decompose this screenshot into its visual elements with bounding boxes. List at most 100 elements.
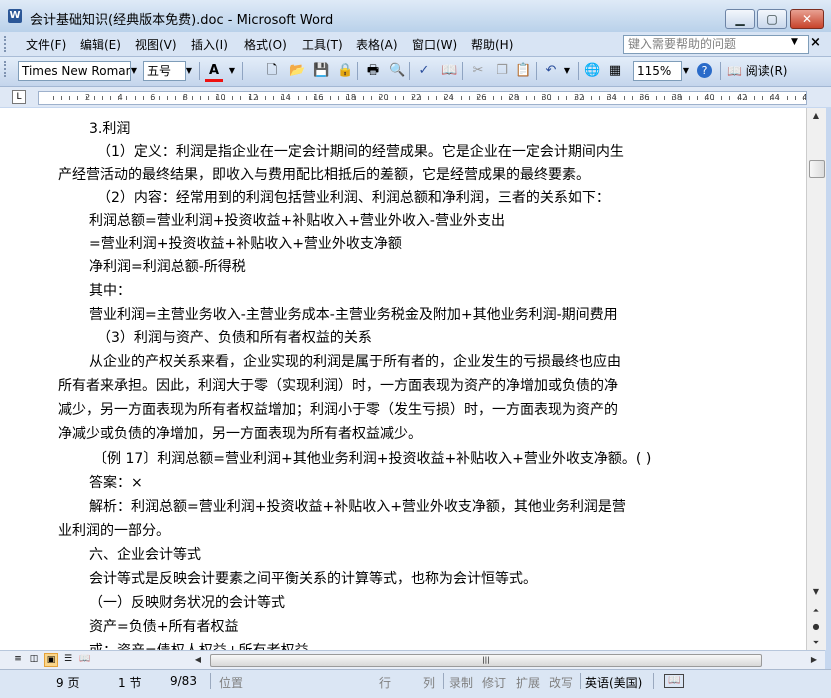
menu-view[interactable]: 视图(V) <box>135 36 177 53</box>
status-overtype[interactable]: 改写 <box>549 674 573 691</box>
ruler-tick <box>53 96 54 100</box>
copy-icon[interactable]: ❐ <box>494 63 510 79</box>
word-app-icon[interactable]: W <box>8 9 22 23</box>
ruler-tick <box>411 96 413 100</box>
close-button[interactable]: ✕ <box>790 9 824 29</box>
paste-icon[interactable]: 📋 <box>515 63 531 79</box>
font-color-dropdown-icon[interactable]: ▼ <box>226 61 238 81</box>
document-text-line[interactable]: 净减少或负债的净增加，另一方面表现为所有者权益减少。 <box>58 423 422 443</box>
ruler-tick <box>199 96 201 100</box>
document-text-line[interactable]: 其中： <box>89 280 131 300</box>
document-text-line[interactable]: （1）定义：利润是指企业在一定会计期间的经营成果。它是企业在一定会计期间内生 <box>97 141 624 161</box>
document-text-line[interactable]: 所有者来承担。因此，利润大于零（实现利润）时，一方面表现为资产的净增加或负债的净 <box>58 375 618 395</box>
spelling-status-icon[interactable]: 📖 <box>664 674 685 688</box>
menu-file[interactable]: 文件(F) <box>26 36 66 53</box>
print-icon[interactable]: 🖶 <box>365 63 381 79</box>
scroll-down-arrow-icon[interactable]: ▼ <box>810 586 822 598</box>
status-language[interactable]: 英语(美国) <box>585 674 642 691</box>
normal-view-icon[interactable]: ≡ <box>12 653 24 665</box>
document-text-line[interactable]: 减少，另一方面表现为所有者权益增加；利润小于零（发生亏损）时，一方面表现为资产的 <box>58 399 618 419</box>
document-text-line[interactable]: 产经营活动的最终结果，即收入与费用配比相抵后的差额，它是经营成果的最终要素。 <box>58 164 590 184</box>
web-layout-icon[interactable]: ◫ <box>28 653 40 665</box>
document-text-line[interactable]: 营业利润=主营业务收入-主营业务成本-主营业务税金及附加+其他业务利润-期间费用 <box>89 304 618 324</box>
menu-format[interactable]: 格式(O) <box>244 36 287 53</box>
ruler-tick <box>484 96 486 100</box>
document-close-button[interactable]: × <box>810 35 821 50</box>
next-page-icon[interactable]: ⏷ <box>810 637 822 649</box>
menu-window[interactable]: 窗口(W) <box>412 36 457 53</box>
document-text-line[interactable]: （2）内容：经常用到的利润包括营业利润、利润总额和净利润，三者的关系如下： <box>97 187 610 207</box>
scroll-left-arrow-icon[interactable]: ◀ <box>192 654 204 666</box>
insert-hyperlink-icon[interactable]: 🌐 <box>584 63 600 79</box>
document-text-line[interactable]: 利润总额=营业利润+投资收益+补贴收入+营业外收入-营业外支出 <box>89 210 505 230</box>
vertical-scroll-thumb[interactable] <box>809 160 825 178</box>
document-text-line[interactable]: 从企业的产权关系来看，企业实现的利润是属于所有者的，企业发生的亏损最终也应由 <box>89 351 621 371</box>
maximize-button[interactable]: ▢ <box>757 9 787 29</box>
undo-icon[interactable]: ↶ <box>543 63 559 79</box>
scroll-up-arrow-icon[interactable]: ▲ <box>810 110 822 122</box>
undo-dropdown-icon[interactable]: ▼ <box>561 61 573 81</box>
open-icon[interactable]: 📂 <box>289 63 305 79</box>
help-search-input[interactable]: 键入需要帮助的问题 <box>623 35 809 54</box>
document-text-line[interactable]: =营业利润+投资收益+补贴收入+营业外收支净额 <box>89 233 402 253</box>
font-size-field[interactable]: 五号 <box>143 61 186 81</box>
read-mode-button[interactable]: 📖 阅读(R) <box>727 62 787 79</box>
document-text-line[interactable]: 或：资产=债权人权益+所有者权益 <box>89 640 308 650</box>
document-text-line[interactable]: 会计等式是反映会计要素之间平衡关系的计算等式，也称为会计恒等式。 <box>89 568 537 588</box>
document-page[interactable]: 3.利润 （1）定义：利润是指企业在一定会计期间的经营成果。它是企业在一定会计期间… <box>0 108 806 650</box>
status-bar: 9 页 1 节 9/83 位置 行 列 录制 修订 扩展 改写 英语(美国) 📖 <box>0 669 831 698</box>
document-text-line[interactable]: （一）反映财务状况的会计等式 <box>89 592 285 612</box>
font-size-dropdown-icon[interactable]: ▼ <box>183 61 195 81</box>
outline-view-icon[interactable]: ☰ <box>62 653 74 665</box>
menu-insert[interactable]: 插入(I) <box>191 36 228 53</box>
font-color-icon[interactable]: A <box>205 63 223 82</box>
permission-icon[interactable]: 🔒 <box>337 63 353 79</box>
spelling-icon[interactable]: ✓ <box>416 63 432 79</box>
document-text-line[interactable]: 净利润=利润总额-所得税 <box>89 256 246 276</box>
help-dropdown-arrow-icon[interactable]: ▼ <box>791 37 798 47</box>
window-title: 会计基础知识(经典版本免费).doc - Microsoft Word <box>30 13 334 28</box>
print-preview-icon[interactable]: 🔍 <box>389 63 405 79</box>
zoom-dropdown-icon[interactable]: ▼ <box>680 61 692 81</box>
help-icon[interactable]: ? <box>697 63 712 78</box>
save-icon[interactable]: 💾 <box>313 63 329 79</box>
document-text-line[interactable]: 业利润的一部分。 <box>58 520 170 540</box>
ruler-tick <box>150 96 152 100</box>
minimize-button[interactable]: ▁ <box>725 9 755 29</box>
tab-selector[interactable]: L <box>12 90 26 104</box>
toolbar-grip[interactable] <box>4 61 9 77</box>
menu-help[interactable]: 帮助(H) <box>471 36 513 53</box>
document-text-line[interactable]: （3）利润与资产、负债和所有者权益的关系 <box>97 327 372 347</box>
toolbar-separator <box>462 62 463 80</box>
zoom-field[interactable]: 115% <box>633 61 682 81</box>
tables-borders-icon[interactable]: ▦ <box>607 63 623 79</box>
document-text-line[interactable]: 解析：利润总额=营业利润+投资收益+补贴收入+营业外收支净额，其他业务利润是营 <box>89 496 626 516</box>
research-icon[interactable]: 📖 <box>441 63 457 79</box>
horizontal-scroll-thumb[interactable]: ||| <box>210 654 762 667</box>
print-layout-icon[interactable]: ▣ <box>44 653 58 667</box>
reading-layout-icon[interactable]: 📖 <box>79 653 91 665</box>
vertical-scrollbar[interactable]: ▲ ▼ ⏶ ● ⏷ <box>806 108 826 650</box>
document-text-line[interactable]: 3.利润 <box>89 118 130 138</box>
font-name-field[interactable]: Times New Roman <box>18 61 131 81</box>
menu-tools[interactable]: 工具(T) <box>302 36 343 53</box>
cut-icon[interactable]: ✂ <box>470 63 486 79</box>
font-name-dropdown-icon[interactable]: ▼ <box>128 61 140 81</box>
select-browse-object-icon[interactable]: ● <box>810 621 822 633</box>
document-text-line[interactable]: 答案：× <box>89 472 143 492</box>
new-doc-icon[interactable]: 🗋 <box>264 63 280 79</box>
status-extend[interactable]: 扩展 <box>516 674 540 691</box>
previous-page-icon[interactable]: ⏶ <box>810 605 822 617</box>
menu-edit[interactable]: 编辑(E) <box>80 36 121 53</box>
menu-grip[interactable] <box>4 36 9 52</box>
document-text-line[interactable]: 〔例 17〕利润总额=营业利润+其他业务利润+投资收益+补贴收入+营业外收支净额… <box>93 448 651 468</box>
scroll-right-arrow-icon[interactable]: ▶ <box>808 654 820 666</box>
status-record[interactable]: 录制 <box>449 674 473 691</box>
ruler-tick <box>623 96 625 100</box>
document-text-line[interactable]: 资产=负债+所有者权益 <box>89 616 238 636</box>
status-track-changes[interactable]: 修订 <box>482 674 506 691</box>
menu-table[interactable]: 表格(A) <box>356 36 398 53</box>
horizontal-ruler[interactable]: 2 4 6 8 10 12 14 16 18 20 22 24 26 28 30 32 34 36 38 40 42 44… <box>38 91 807 105</box>
document-text-line[interactable]: 六、企业会计等式 <box>89 544 201 564</box>
ruler-tick <box>207 96 209 100</box>
